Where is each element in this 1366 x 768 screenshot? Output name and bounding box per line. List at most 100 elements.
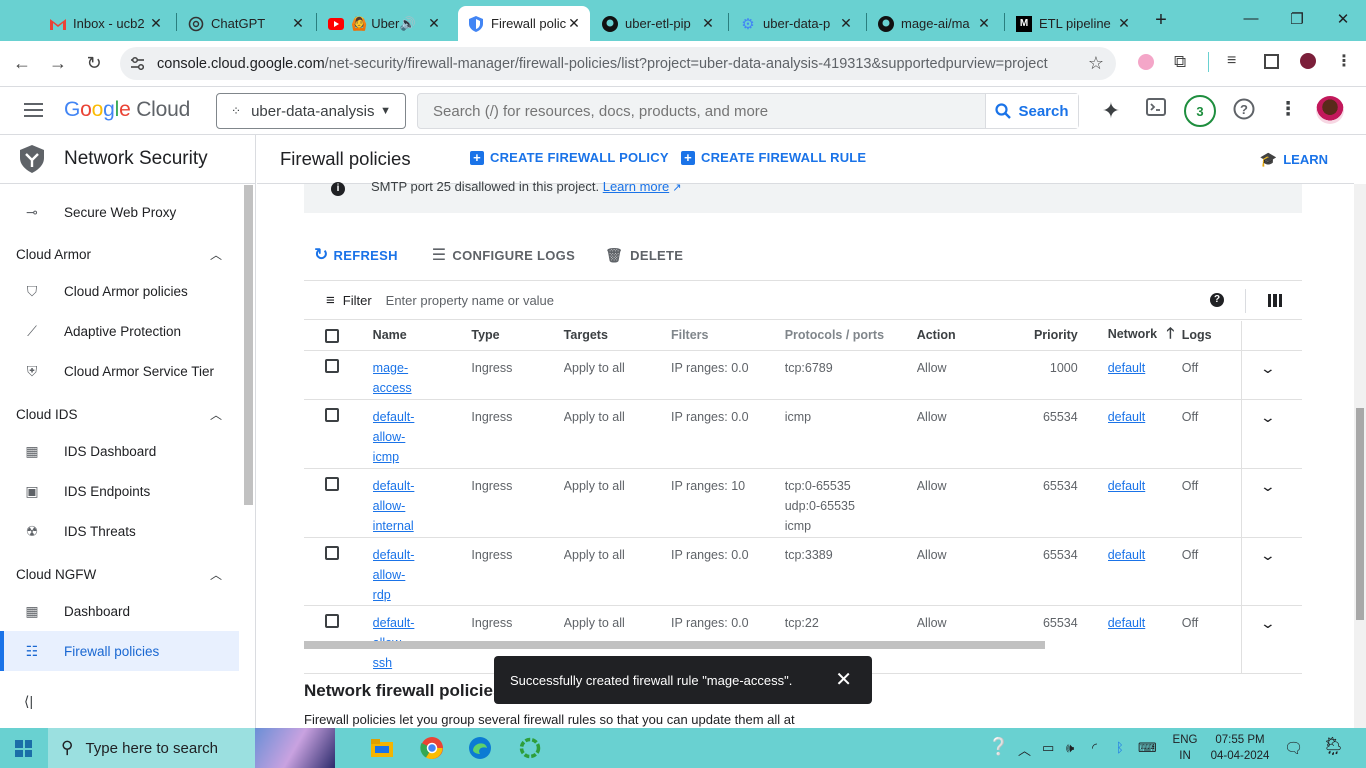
search-button[interactable]: Search <box>985 94 1078 128</box>
reload-icon[interactable]: ↻ <box>82 53 106 74</box>
help-icon[interactable]: ? <box>1231 98 1257 126</box>
table-horizontal-scrollbar[interactable] <box>304 641 1045 649</box>
profile-avatar[interactable] <box>1300 53 1316 69</box>
forward-icon[interactable]: → <box>46 53 70 74</box>
close-tab-icon[interactable]: ✕ <box>976 15 992 32</box>
bookmark-star-icon[interactable]: ☆ <box>1088 53 1104 74</box>
keyboard-icon[interactable]: ⌨ <box>1138 740 1157 756</box>
new-tab-icon[interactable]: + <box>1150 9 1172 32</box>
project-selector[interactable]: ⁘ uber-data-analysis ▼ <box>216 93 406 129</box>
sidebar-item-secure-web-proxy[interactable]: ⊸ Secure Web Proxy <box>0 192 239 232</box>
close-tab-icon[interactable]: ✕ <box>426 15 442 32</box>
tab-gmail[interactable]: Inbox - ucb2 ✕ <box>40 6 172 41</box>
sidebar-item-ids-threats[interactable]: ☢ IDS Threats <box>0 511 239 551</box>
column-header-name[interactable]: Name <box>372 321 472 351</box>
hamburger-menu-icon[interactable] <box>24 103 43 117</box>
close-tab-icon[interactable]: ✕ <box>566 15 582 32</box>
gemini-sparkle-icon[interactable]: ✦ <box>1098 98 1124 124</box>
weather-icon[interactable]: 🌦 <box>1322 736 1345 757</box>
minimize-icon[interactable]: — <box>1236 10 1266 27</box>
sidebar-group-cloud-ids[interactable]: Cloud IDS ︿ <box>16 399 222 429</box>
sidebar-group-cloud-armor[interactable]: Cloud Armor ︿ <box>16 239 222 269</box>
row-checkbox[interactable] <box>325 476 339 491</box>
expand-chevron-icon[interactable]: ⌄ <box>1260 476 1276 496</box>
sidebar-scrollbar[interactable] <box>244 185 253 505</box>
network-link[interactable]: default <box>1108 548 1146 562</box>
battery-icon[interactable]: ▭ <box>1042 740 1054 756</box>
rule-name-link[interactable]: default-allow-internal <box>373 476 421 536</box>
speaker-icon[interactable]: 🔊 <box>400 16 416 32</box>
more-options-icon[interactable]: ⋮ <box>1275 98 1301 121</box>
sidebar-item-dashboard[interactable]: ▦ Dashboard <box>0 591 239 631</box>
notification-center-icon[interactable]: 🗨 <box>1284 739 1303 757</box>
rule-name-link[interactable]: default-allow-icmp <box>373 407 421 467</box>
close-tab-icon[interactable]: ✕ <box>700 15 716 32</box>
close-tab-icon[interactable]: ✕ <box>148 15 164 32</box>
network-link[interactable]: default <box>1108 479 1146 493</box>
help-notification-icon[interactable]: ❔ <box>988 737 1009 757</box>
row-checkbox[interactable] <box>325 613 339 628</box>
create-firewall-rule-button[interactable]: + CREATE FIREWALL RULE <box>681 150 866 165</box>
close-tab-icon[interactable]: ✕ <box>1116 15 1132 32</box>
row-checkbox[interactable] <box>325 545 339 560</box>
row-checkbox[interactable] <box>325 358 339 373</box>
tab-github-mage[interactable]: mage-ai/ma ✕ <box>868 6 1000 41</box>
refresh-button[interactable]: ↻ REFRESH <box>314 245 398 265</box>
help-icon[interactable]: ? <box>1210 293 1224 307</box>
user-avatar[interactable] <box>1316 96 1344 124</box>
filter-input[interactable]: Enter property name or value <box>386 293 554 308</box>
column-display-icon[interactable] <box>1268 294 1282 307</box>
column-header-protocols[interactable]: Protocols / ports <box>784 321 917 351</box>
select-all-checkbox[interactable] <box>325 328 339 343</box>
back-icon[interactable]: ← <box>10 53 34 74</box>
learn-more-link[interactable]: Learn more <box>603 179 669 194</box>
column-header-priority[interactable]: Priority <box>993 321 1108 351</box>
extensions-puzzle-icon[interactable]: ⧉ <box>1174 52 1186 72</box>
close-toast-icon[interactable]: ✕ <box>835 667 852 692</box>
filter-button[interactable]: ≡ Filter <box>326 292 372 309</box>
close-tab-icon[interactable]: ✕ <box>290 15 306 32</box>
cloud-shell-icon[interactable] <box>1143 98 1169 122</box>
learn-button[interactable]: 🎓 LEARN <box>1260 151 1328 168</box>
column-header-type[interactable]: Type <box>471 321 564 351</box>
row-checkbox[interactable] <box>325 407 339 422</box>
volume-icon[interactable]: 🕪 <box>1066 740 1074 756</box>
column-header-network[interactable]: Network 🡑 <box>1107 321 1182 351</box>
page-vertical-scrollbar[interactable] <box>1354 184 1366 728</box>
media-control-icon[interactable]: ≡ <box>1227 52 1236 70</box>
network-link[interactable]: default <box>1108 616 1146 630</box>
bluetooth-icon[interactable]: ᛒ <box>1116 740 1124 755</box>
taskbar-search[interactable]: ⚲ Type here to search <box>48 728 335 768</box>
google-cloud-logo[interactable]: Google Cloud <box>64 98 190 122</box>
tray-chevron-up-icon[interactable]: ︿ <box>1018 740 1031 759</box>
sidebar-item-cloud-armor-service-tier[interactable]: ⛨ Cloud Armor Service Tier <box>0 351 239 391</box>
column-header-filters[interactable]: Filters <box>670 321 785 351</box>
notifications-badge[interactable]: 3 <box>1184 95 1216 127</box>
windows-start-icon[interactable] <box>15 740 32 757</box>
search-input[interactable] <box>418 94 986 128</box>
restore-icon[interactable]: ❐ <box>1282 10 1312 28</box>
tab-youtube[interactable]: 🙆 Uber 🔊 ✕ <box>318 6 450 41</box>
create-firewall-policy-button[interactable]: + CREATE FIREWALL POLICY <box>470 150 669 165</box>
sidebar-item-ids-endpoints[interactable]: ▣ IDS Endpoints <box>0 471 239 511</box>
system-clock[interactable]: 07:55 PM 04-04-2024 <box>1210 732 1270 764</box>
collapse-sidebar-icon[interactable]: ⟨| <box>24 693 33 710</box>
expand-chevron-icon[interactable]: ⌄ <box>1260 545 1276 565</box>
close-tab-icon[interactable]: ✕ <box>838 15 854 32</box>
file-explorer-icon[interactable] <box>366 733 398 763</box>
expand-chevron-icon[interactable]: ⌄ <box>1260 407 1276 427</box>
rule-name-link[interactable]: mage-access <box>373 358 421 398</box>
sidebar-item-firewall-policies[interactable]: ☷ Firewall policies <box>0 631 239 671</box>
close-window-icon[interactable]: ✕ <box>1328 10 1358 28</box>
side-panel-icon[interactable] <box>1264 54 1279 69</box>
tab-uber-data[interactable]: ⚙ uber-data-p ✕ <box>730 6 862 41</box>
expand-chevron-icon[interactable]: ⌄ <box>1260 613 1276 633</box>
tab-medium[interactable]: M ETL pipeline ✕ <box>1006 6 1140 41</box>
language-indicator[interactable]: ENG IN <box>1170 732 1200 764</box>
browser-menu-icon[interactable]: ⋮ <box>1336 51 1352 71</box>
column-header-targets[interactable]: Targets <box>563 321 671 351</box>
tab-chatgpt[interactable]: ChatGPT ✕ <box>178 6 314 41</box>
sidebar-item-cloud-armor-policies[interactable]: ⛉ Cloud Armor policies <box>0 271 239 311</box>
edge-icon[interactable] <box>464 733 496 763</box>
address-bar[interactable]: console.cloud.google.com/net-security/fi… <box>120 47 1116 80</box>
